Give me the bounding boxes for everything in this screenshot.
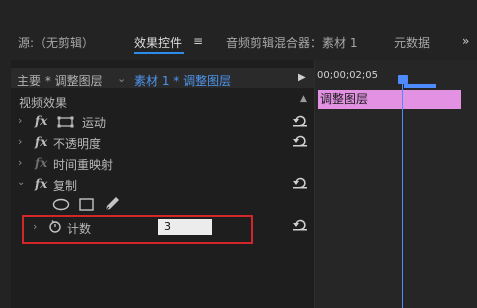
tab-effect-controls[interactable]: 效果控件	[134, 34, 182, 51]
expand-chevron-icon[interactable]: ›	[18, 114, 22, 127]
expand-chevron-icon[interactable]: ›	[18, 156, 22, 169]
sequence-clip-label[interactable]: 素材 1 * 调整图层	[134, 72, 231, 89]
play-triangle-icon[interactable]: ▶	[298, 72, 306, 83]
chevron-down-icon[interactable]: ⌄	[117, 72, 126, 85]
playhead-line[interactable]	[402, 82, 403, 308]
pen-mask-icon[interactable]	[104, 196, 120, 212]
active-tab-indicator	[134, 52, 184, 54]
video-effects-heading: 视频效果	[19, 96, 68, 110]
effect-name-opacity[interactable]: 不透明度	[53, 135, 101, 152]
work-area-bar[interactable]	[404, 84, 436, 88]
effect-name-motion[interactable]: 运动	[82, 114, 106, 131]
highlight-annotation-box	[22, 215, 253, 244]
reset-icon[interactable]	[293, 177, 307, 189]
overflow-icon[interactable]: »	[462, 34, 469, 48]
rectangle-mask-icon[interactable]	[79, 198, 94, 211]
motion-icon	[57, 116, 74, 128]
effect-name-copy[interactable]: 复制	[53, 177, 77, 194]
ellipse-mask-icon[interactable]	[52, 198, 70, 211]
tab-source[interactable]: 源:（无剪辑）	[18, 34, 94, 51]
tab-audio-clip-mixer[interactable]: 音频剪辑混合器：素材 1	[226, 34, 357, 51]
effect-name-time-remapping[interactable]: 时间重映射	[53, 156, 113, 173]
reset-icon[interactable]	[293, 115, 307, 127]
expand-chevron-icon[interactable]: ›	[18, 135, 22, 148]
fx-icon[interactable]: fx	[35, 135, 47, 149]
tab-metadata[interactable]: 元数据	[394, 34, 430, 51]
panel-menu-icon[interactable]: ≡	[193, 34, 203, 48]
fx-icon[interactable]: fx	[35, 177, 47, 191]
reset-icon[interactable]	[293, 135, 307, 147]
fx-icon[interactable]: fx	[35, 114, 47, 128]
fx-icon: fx	[35, 156, 48, 170]
timecode-display[interactable]: 00;00;02;05	[317, 70, 378, 81]
reset-icon[interactable]	[293, 219, 307, 231]
collapse-up-icon[interactable]: ▲	[300, 94, 307, 104]
master-clip-label[interactable]: 主要 * 调整图层	[17, 72, 103, 89]
panel-tab-bar: 源:（无剪辑） 效果控件 ≡ 音频剪辑混合器：素材 1 元数据 »	[0, 0, 477, 60]
playhead-handle[interactable]	[398, 75, 408, 84]
collapse-chevron-icon[interactable]: ⌄	[17, 177, 25, 188]
timeline-clip[interactable]: 调整图层	[318, 90, 461, 109]
